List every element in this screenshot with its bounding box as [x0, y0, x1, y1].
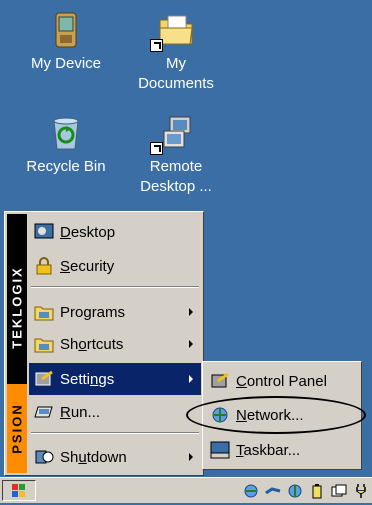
shortcuts-folder-icon: [34, 335, 54, 353]
folder-icon: [150, 10, 196, 52]
system-tray: [242, 480, 370, 501]
pda-device-icon: [46, 10, 86, 50]
desktop-icon-label: My Documents: [138, 55, 214, 92]
network-status-icon[interactable]: [242, 483, 260, 499]
desktop-icon-remote-desktop[interactable]: Remote Desktop ...: [121, 113, 231, 197]
control-panel-icon: [210, 372, 230, 390]
submenu-arrow-icon: [189, 340, 193, 348]
shortcut-arrow-icon: [150, 142, 163, 155]
start-button[interactable]: [2, 480, 36, 501]
menu-item-label: Shortcuts: [60, 335, 124, 353]
desktop-icon-label: Recycle Bin: [26, 158, 106, 175]
remote-desktop-icon: [150, 113, 196, 155]
menu-item-shortcuts[interactable]: Shortcuts: [29, 328, 201, 360]
shortcut-arrow-icon: [150, 39, 163, 52]
shutdown-icon: [34, 448, 54, 466]
menu-separator: [31, 286, 199, 288]
submenu-arrow-icon: [189, 453, 193, 461]
start-menu-sidebar: TEKLOGIX PSION: [7, 214, 27, 473]
power-plug-icon[interactable]: [352, 483, 370, 499]
menu-item-label: Taskbar...: [236, 441, 301, 459]
desktop-icon-label: Remote Desktop ...: [140, 158, 212, 195]
battery-icon[interactable]: [308, 483, 326, 499]
taskbar: [0, 477, 372, 503]
menu-item-label: Network...: [236, 406, 304, 424]
settings-submenu: Control Panel Network... Taskbar...: [202, 361, 362, 470]
start-menu: TEKLOGIX PSION Desktop Security Programs…: [4, 211, 204, 476]
run-icon: [34, 403, 54, 421]
menu-item-settings[interactable]: Settings: [29, 363, 201, 395]
submenu-arrow-icon: [189, 375, 193, 383]
menu-item-label: Shutdown: [60, 448, 127, 466]
windows-flag-icon: [12, 484, 25, 497]
submenu-item-network[interactable]: Network...: [205, 398, 359, 432]
menu-item-label: Security: [60, 257, 115, 275]
settings-icon: [34, 370, 54, 388]
keyboard-icon[interactable]: [330, 483, 348, 499]
lock-icon: [34, 257, 54, 275]
menu-item-security[interactable]: Security: [29, 250, 201, 282]
menu-item-label: Desktop: [60, 223, 116, 241]
submenu-item-taskbar[interactable]: Taskbar...: [205, 433, 359, 467]
menu-item-label: Run...: [60, 403, 101, 421]
desktop-icon: [34, 223, 54, 241]
menu-item-shutdown[interactable]: Shutdown: [29, 441, 201, 473]
sidebar-brand-teklogix: TEKLOGIX: [9, 265, 25, 349]
globe-icon[interactable]: [286, 483, 304, 499]
menu-item-desktop[interactable]: Desktop: [29, 216, 201, 248]
submenu-arrow-icon: [189, 308, 193, 316]
recycle-bin-icon: [46, 113, 86, 153]
desktop-icon-my-device[interactable]: My Device: [11, 10, 121, 74]
menu-item-label: Programs: [60, 303, 126, 321]
taskbar-icon: [210, 441, 230, 459]
desktop-icon-recycle-bin[interactable]: Recycle Bin: [11, 113, 121, 177]
menu-item-label: Control Panel: [236, 372, 327, 390]
menu-item-programs[interactable]: Programs: [29, 296, 201, 328]
submenu-item-control-panel[interactable]: Control Panel: [205, 364, 359, 398]
connection-icon[interactable]: [264, 483, 282, 499]
menu-separator: [31, 432, 199, 434]
programs-folder-icon: [34, 303, 54, 321]
desktop-icon-label: My Device: [30, 55, 101, 72]
menu-item-label: Settings: [60, 370, 115, 388]
sidebar-brand-psion: PSION: [7, 384, 27, 473]
menu-item-run[interactable]: Run...: [29, 396, 201, 428]
network-icon: [210, 406, 230, 424]
desktop-icon-my-documents[interactable]: My Documents: [121, 10, 231, 94]
